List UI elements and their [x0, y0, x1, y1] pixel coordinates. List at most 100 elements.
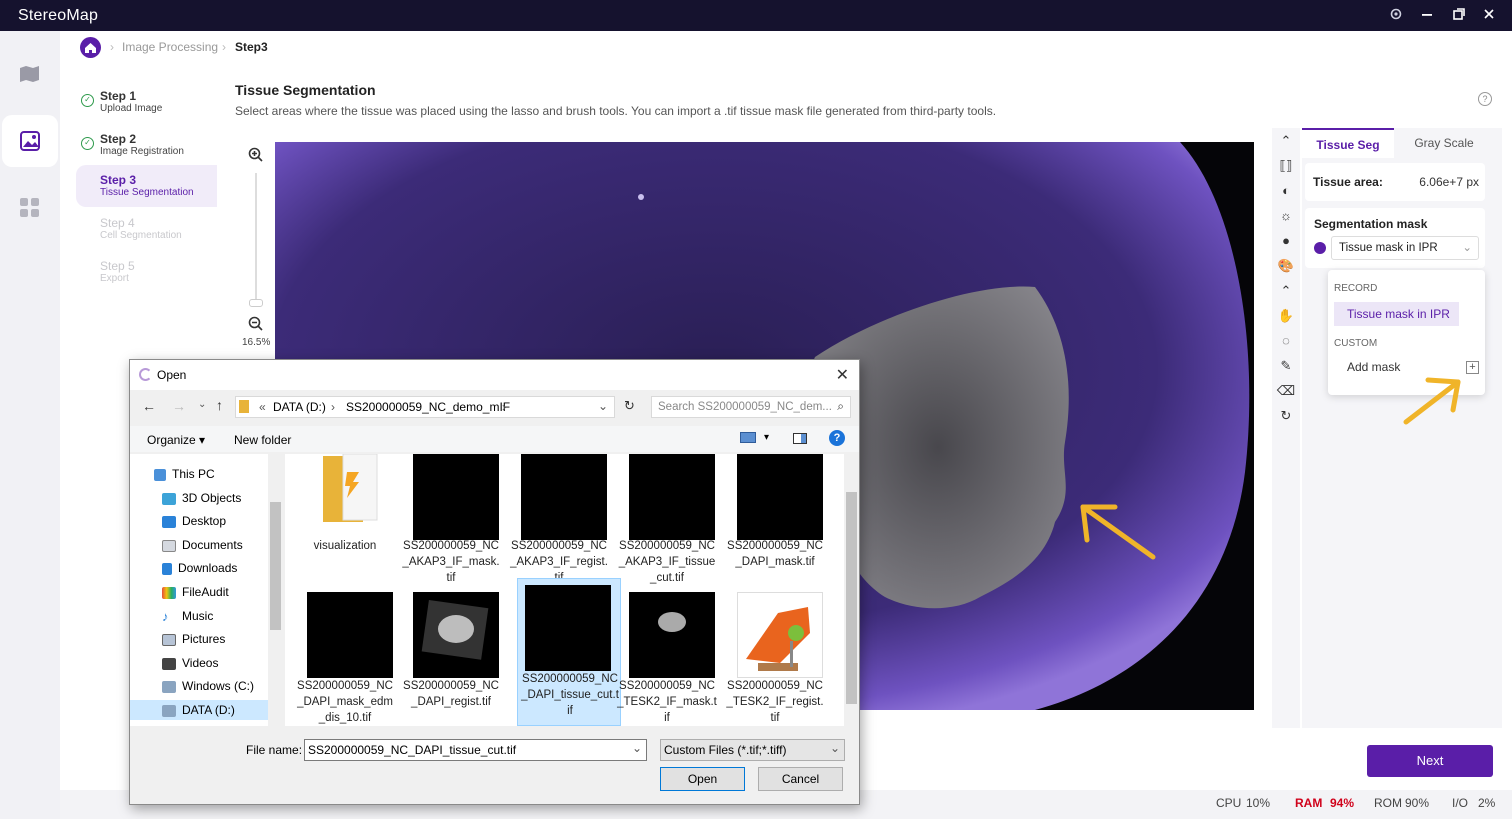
music-icon: ♪: [162, 608, 169, 624]
file-tile[interactable]: visualization: [293, 454, 397, 586]
tool-rail: ⌃ ⟦⟧ ◐ ☼ ● 🎨 ⌃ ✋ ◌ ✎ ⌫ ↻: [1272, 128, 1300, 728]
tree-data-d[interactable]: DATA (D:): [130, 700, 268, 720]
next-button[interactable]: Next: [1367, 745, 1493, 777]
file-tile[interactable]: SS200000059_NC_AKAP3_IF_mask.tif: [399, 454, 503, 586]
check-icon: ✓: [81, 94, 94, 107]
help-icon[interactable]: ?: [829, 430, 845, 446]
step-title: Step 4: [100, 216, 135, 230]
brightness-icon[interactable]: ☼: [1272, 203, 1300, 228]
file-name-input[interactable]: SS200000059_NC_DAPI_tissue_cut.tif ⌄: [304, 739, 647, 761]
settings-icon[interactable]: [1386, 6, 1406, 26]
reset-icon[interactable]: ↻: [1272, 403, 1300, 428]
tree-downloads[interactable]: Downloads: [162, 558, 237, 578]
tree-this-pc[interactable]: This PC: [154, 464, 215, 484]
command-bar: Organize ▾ New folder ▾ ?: [130, 426, 859, 452]
tree-documents[interactable]: Documents: [162, 535, 243, 555]
brush-icon[interactable]: ✎: [1272, 353, 1300, 378]
minimize-icon[interactable]: [1417, 6, 1437, 26]
fit-icon[interactable]: ⟦⟧: [1272, 153, 1300, 178]
image-thumbnail: [521, 454, 607, 540]
channels-icon[interactable]: ●: [1272, 228, 1300, 253]
file-tile[interactable]: SS200000059_NC_AKAP3_IF_regist.tif: [507, 454, 611, 586]
organize-button[interactable]: Organize ▾: [147, 433, 205, 447]
file-tile[interactable]: SS200000059_NC_DAPI_mask_edm_dis_10.tif: [293, 586, 397, 726]
open-button[interactable]: Open: [660, 767, 745, 791]
tab-gray-scale[interactable]: Gray Scale: [1396, 128, 1492, 158]
file-tile[interactable]: SS200000059_NC_DAPI_mask.tif: [723, 454, 827, 586]
view-dropdown-icon[interactable]: ▾: [764, 432, 769, 443]
tab-tissue-seg[interactable]: Tissue Seg: [1302, 128, 1394, 158]
add-mask-button[interactable]: +: [1466, 361, 1479, 374]
record-item[interactable]: Tissue mask in IPR: [1334, 302, 1459, 326]
tree-desktop[interactable]: Desktop: [162, 511, 226, 531]
collapse-up-icon[interactable]: ⌃: [1272, 278, 1300, 303]
tree-3d-objects[interactable]: 3D Objects: [162, 488, 241, 508]
file-name: SS200000059_NC_DAPI_mask_edm_dis_10.tif: [297, 680, 393, 724]
zoom-slider-track[interactable]: [255, 173, 257, 305]
dialog-title-bar: Open ✕: [130, 360, 859, 390]
zoom-in-icon[interactable]: [248, 147, 264, 168]
home-icon[interactable]: [80, 37, 101, 58]
tree-scroll-thumb[interactable]: [270, 502, 281, 630]
contrast-icon[interactable]: ◐: [1272, 178, 1300, 203]
forward-icon[interactable]: →: [172, 398, 186, 414]
folder-icon: [239, 400, 249, 413]
cancel-button[interactable]: Cancel: [758, 767, 843, 791]
help-icon[interactable]: ?: [1478, 92, 1492, 106]
hand-icon[interactable]: ✋: [1272, 303, 1300, 328]
back-icon[interactable]: ←: [142, 398, 156, 414]
file-type-select[interactable]: Custom Files (*.tif;*.tiff) ⌄: [660, 739, 845, 761]
file-tile[interactable]: SS200000059_NC_AKAP3_IF_tissue_cut.tif: [615, 454, 719, 586]
ram-value: 94%: [1330, 796, 1355, 810]
dialog-title: Open: [157, 368, 187, 382]
view-icon[interactable]: [740, 432, 756, 443]
panel-tabs: Tissue Seg Gray Scale: [1302, 128, 1492, 158]
palette-icon[interactable]: 🎨: [1272, 253, 1300, 278]
address-bar[interactable]: « DATA (D:) › SS200000059_NC_demo_mIF › …: [235, 396, 615, 418]
eraser-icon[interactable]: ⌫: [1272, 378, 1300, 403]
close-icon[interactable]: [1479, 6, 1499, 26]
up-icon[interactable]: ↑: [216, 397, 223, 413]
tree-pictures[interactable]: Pictures: [162, 629, 225, 649]
path-folder[interactable]: SS200000059_NC_demo_mIF: [346, 400, 510, 414]
file-tile[interactable]: SS200000059_NC_DAPI_regist.tif: [399, 586, 503, 726]
step-subtitle: Cell Segmentation: [100, 230, 182, 241]
apps-icon[interactable]: [0, 185, 60, 231]
collapse-up-icon[interactable]: ⌃: [1272, 128, 1300, 153]
file-tile[interactable]: SS200000059_NC_TESK2_IF_regist.tif: [723, 586, 827, 726]
lasso-icon[interactable]: ◌: [1272, 328, 1300, 353]
zoom-out-icon[interactable]: [248, 316, 264, 337]
step-1[interactable]: ✓ Step 1 Upload Image: [76, 81, 217, 123]
file-tile-selected[interactable]: SS200000059_NC_DAPI_tissue_cut.tif: [517, 578, 621, 726]
search-placeholder: Search SS200000059_NC_dem...: [658, 401, 832, 413]
chevron-down-icon[interactable]: ⌄: [632, 741, 642, 755]
recent-dropdown-icon[interactable]: ⌄: [198, 399, 206, 410]
breadcrumb-image-processing[interactable]: Image Processing: [122, 40, 218, 54]
tree-fileaudit[interactable]: FileAudit: [162, 582, 229, 602]
chevron-down-icon[interactable]: ⌄: [598, 399, 608, 413]
new-folder-button[interactable]: New folder: [234, 433, 291, 447]
app-logo-icon: [139, 368, 152, 381]
desktop-icon: [162, 515, 176, 528]
step-3[interactable]: Step 3 Tissue Segmentation: [76, 165, 217, 207]
mask-select[interactable]: Tissue mask in IPR ⌄: [1331, 236, 1479, 260]
mask-select-value: Tissue mask in IPR: [1339, 242, 1438, 254]
refresh-icon[interactable]: ↻: [624, 398, 635, 414]
files-scroll-thumb[interactable]: [846, 492, 857, 704]
custom-label: CUSTOM: [1334, 338, 1378, 349]
tree-videos[interactable]: Videos: [162, 653, 218, 673]
step-2[interactable]: ✓ Step 2 Image Registration: [76, 124, 217, 166]
restore-icon[interactable]: [1449, 6, 1469, 26]
file-tile[interactable]: SS200000059_NC_TESK2_IF_mask.tif: [615, 586, 719, 726]
zoom-slider-handle[interactable]: [249, 299, 263, 307]
tree-windows-c[interactable]: Windows (C:): [162, 676, 254, 696]
tree-music[interactable]: ♪ Music: [162, 606, 213, 626]
file-name-label: File name:: [246, 743, 303, 757]
image-processing-icon[interactable]: [2, 115, 58, 167]
search-input[interactable]: Search SS200000059_NC_dem... ⌕: [651, 396, 851, 418]
add-mask-label: Add mask: [1347, 360, 1401, 374]
preview-pane-icon[interactable]: [793, 433, 807, 444]
path-drive[interactable]: DATA (D:): [273, 400, 326, 414]
dialog-close-icon[interactable]: ✕: [836, 365, 849, 385]
map-icon[interactable]: [0, 51, 60, 97]
